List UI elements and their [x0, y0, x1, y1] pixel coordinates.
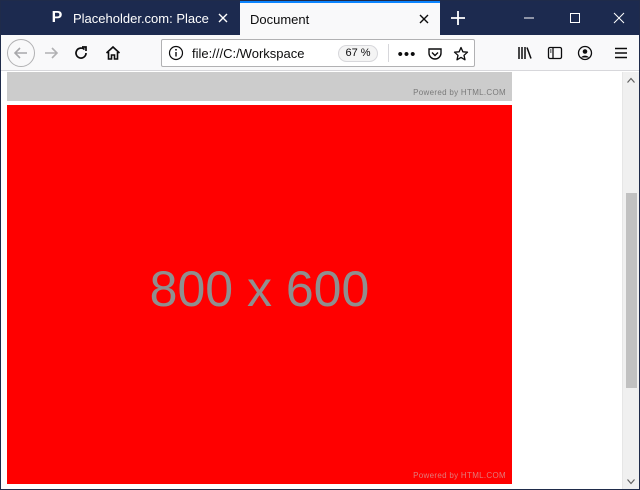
tab-document[interactable]: Document [240, 1, 440, 35]
powered-by-label: Powered by HTML.COM [413, 88, 506, 97]
maximize-button[interactable] [553, 1, 597, 35]
tab-placeholder[interactable]: P Placeholder.com: Placeholder [39, 1, 239, 35]
account-icon [577, 45, 593, 61]
scroll-up-button[interactable] [623, 72, 639, 88]
page-actions-button[interactable]: ••• [398, 45, 416, 63]
reload-button[interactable] [67, 39, 95, 67]
sidebar-icon [547, 46, 563, 60]
zoom-level-badge[interactable]: 67 % [338, 45, 378, 62]
forward-button[interactable] [37, 39, 65, 67]
star-icon[interactable] [452, 45, 470, 63]
hamburger-menu-icon [615, 47, 627, 59]
tab-strip: P Placeholder.com: Placeholder Document [1, 1, 639, 35]
navigation-toolbar: file:///C:/Workspace 67 % ••• [1, 35, 639, 71]
sidebar-button[interactable] [545, 43, 565, 63]
minimize-button[interactable] [507, 1, 551, 35]
reload-icon [75, 46, 87, 59]
close-icon [613, 12, 625, 24]
close-icon[interactable] [414, 9, 434, 29]
info-icon[interactable] [168, 45, 184, 61]
pocket-icon[interactable] [426, 45, 444, 63]
placeholder-image-top: Powered by HTML.COM [7, 72, 512, 101]
scroll-down-button[interactable] [623, 474, 639, 489]
minimize-icon [524, 17, 534, 19]
new-tab-button[interactable] [445, 5, 471, 31]
tab-title: Placeholder.com: Placeholder [73, 10, 209, 26]
vertical-scrollbar[interactable] [622, 72, 639, 489]
close-icon[interactable] [213, 8, 233, 28]
arrow-left-icon [13, 47, 27, 59]
arrow-right-icon [45, 47, 59, 59]
back-button[interactable] [7, 39, 35, 67]
library-icon [518, 47, 532, 59]
placeholder-favicon-icon: P [51, 9, 63, 26]
chevron-up-icon [627, 77, 635, 83]
window-close-button[interactable] [597, 1, 639, 35]
scrollbar-thumb[interactable] [626, 193, 637, 389]
account-button[interactable] [575, 43, 595, 63]
home-button[interactable] [99, 39, 127, 67]
placeholder-size-text: 800 x 600 [149, 261, 370, 317]
plus-icon [451, 11, 465, 25]
chevron-down-icon [627, 479, 635, 485]
maximize-icon [570, 13, 580, 23]
library-button[interactable] [515, 43, 535, 63]
menu-button[interactable] [611, 43, 631, 63]
page-content: Powered by HTML.COM 800 x 600 Powered by… [1, 72, 639, 489]
placeholder-image-main: 800 x 600 Powered by HTML.COM [7, 105, 512, 484]
address-bar[interactable]: file:///C:/Workspace 67 % ••• [161, 39, 475, 67]
home-icon [105, 45, 121, 60]
powered-by-label: Powered by HTML.COM [413, 471, 506, 480]
browser-window: P Placeholder.com: Placeholder Document [0, 0, 640, 490]
tab-title: Document [250, 11, 310, 27]
url-text[interactable]: file:///C:/Workspace [192, 46, 304, 61]
url-separator [388, 44, 389, 62]
